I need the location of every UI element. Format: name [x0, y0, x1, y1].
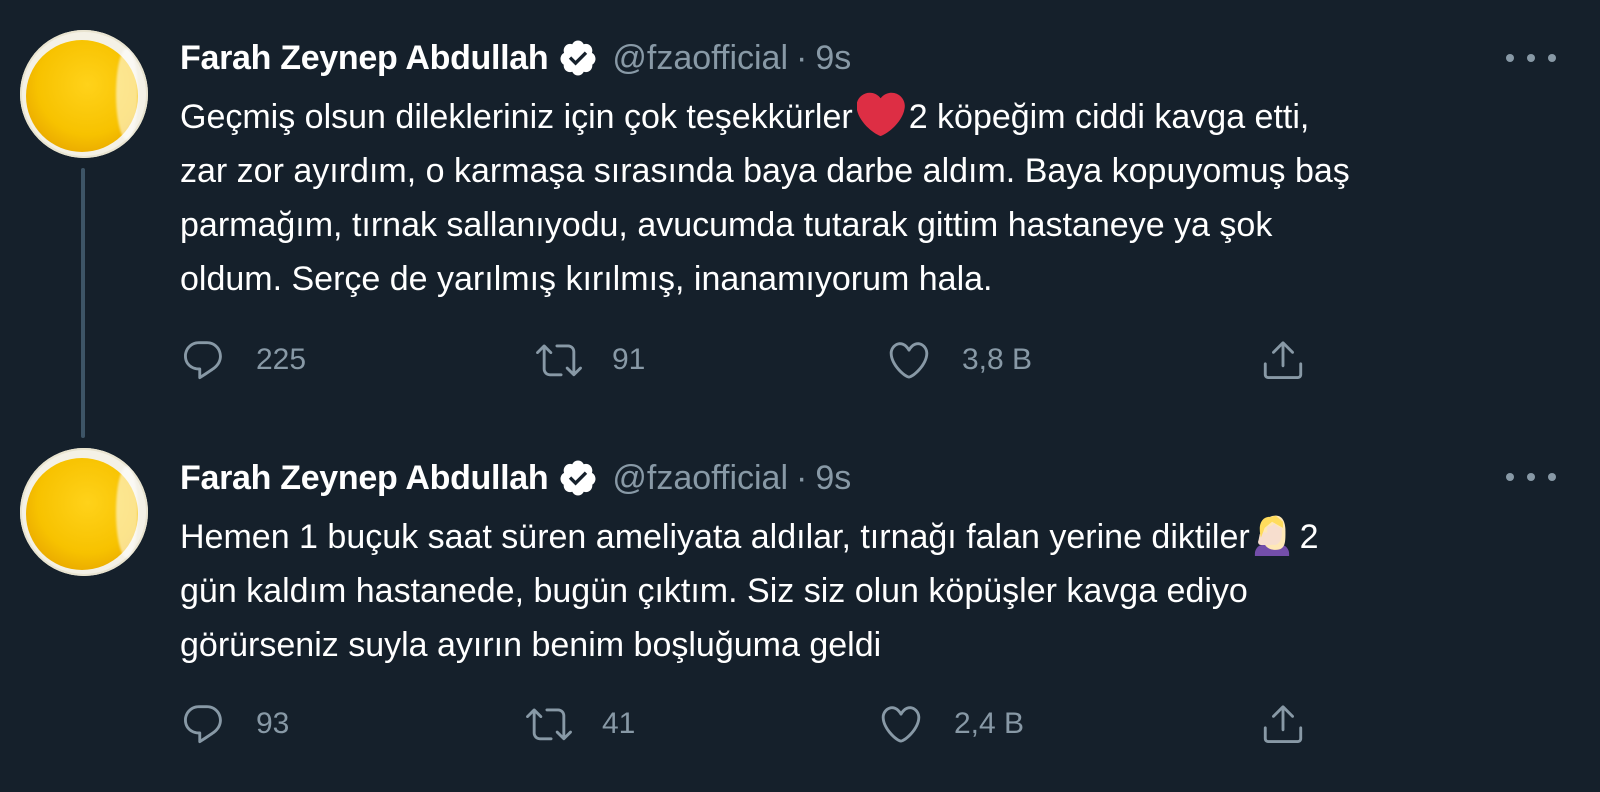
- reply-count: 225: [256, 343, 307, 376]
- like-icon: [881, 706, 921, 743]
- retweet-button[interactable]: 41: [526, 694, 635, 754]
- like-icon: [889, 342, 929, 379]
- reply-icon: [184, 705, 222, 744]
- retweet-icon: [536, 344, 582, 377]
- tweet-text-line: gün kaldım hastanede, bugün çıktım. Siz …: [180, 572, 1248, 610]
- more-options-icon[interactable]: [1506, 467, 1556, 487]
- avatar-highlight: [116, 48, 138, 140]
- like-count: 2,4 B: [954, 707, 1025, 740]
- retweet-count: 41: [602, 707, 636, 740]
- tweet-timestamp[interactable]: 9s: [815, 39, 851, 78]
- tweet-text-line: parmağım, tırnak sallanıyodu, avucumda t…: [180, 206, 1273, 244]
- tweet-text-line: zar zor ayırdım, o karmaşa sırasında bay…: [180, 152, 1350, 190]
- tweet[interactable]: Farah Zeynep Abdullah @fzaofficial · 9s …: [0, 0, 1600, 438]
- woman-facepalming-emoji-icon: [1254, 515, 1289, 556]
- author-handle[interactable]: @fzaofficial: [612, 459, 788, 498]
- reply-count: 93: [256, 707, 290, 740]
- retweet-icon: [526, 708, 572, 741]
- reply-icon: [184, 341, 222, 380]
- author-avatar[interactable]: [20, 448, 148, 576]
- verified-badge-icon: [560, 460, 596, 496]
- tweet-text-line: görürseniz suyla ayırın benim boşluğuma …: [180, 626, 882, 664]
- more-dot: [1506, 473, 1514, 481]
- tweet-actions: 93 41 2,4 B: [180, 694, 1320, 754]
- retweet-button[interactable]: 91: [536, 330, 645, 390]
- share-icon: [1263, 341, 1303, 380]
- share-button[interactable]: [1260, 694, 1306, 754]
- more-dot: [1548, 54, 1556, 62]
- more-dot: [1548, 473, 1556, 481]
- tweet-text-line: Hemen 1 buçuk saat süren ameliyata aldıl…: [180, 510, 1550, 564]
- retweet-count: 91: [612, 343, 646, 376]
- tweet-text: Hemen 1 buçuk saat süren ameliyata aldıl…: [180, 510, 1550, 672]
- header-separator: ·: [796, 458, 808, 497]
- avatar-highlight: [116, 466, 138, 558]
- like-count: 3,8 B: [962, 343, 1033, 376]
- tweet-header: Farah Zeynep Abdullah @fzaofficial · 9s: [180, 38, 851, 78]
- more-dot: [1527, 473, 1535, 481]
- tweet-text: Geçmiş olsun dilekleriniz için çok teşek…: [180, 90, 1550, 306]
- tweet-text-line: Geçmiş olsun dilekleriniz için çok teşek…: [180, 90, 1550, 144]
- more-options-icon[interactable]: [1506, 48, 1556, 68]
- like-button[interactable]: 2,4 B: [878, 694, 1024, 754]
- tweet-actions: 225 91 3,8 B: [180, 330, 1320, 390]
- reply-button[interactable]: 225: [180, 330, 306, 390]
- more-dot: [1527, 54, 1535, 62]
- tweet-text-line: oldum. Serçe de yarılmış kırılmış, inana…: [180, 260, 993, 298]
- author-display-name[interactable]: Farah Zeynep Abdullah: [180, 459, 549, 498]
- author-display-name[interactable]: Farah Zeynep Abdullah: [180, 39, 549, 78]
- tweet-header: Farah Zeynep Abdullah @fzaofficial · 9s: [180, 458, 851, 498]
- tweet-timestamp[interactable]: 9s: [815, 459, 851, 498]
- header-separator: ·: [796, 38, 808, 77]
- more-dot: [1506, 54, 1514, 62]
- author-avatar[interactable]: [20, 30, 148, 158]
- red-heart-emoji-icon: [856, 92, 905, 136]
- author-handle[interactable]: @fzaofficial: [612, 39, 788, 78]
- like-button[interactable]: 3,8 B: [886, 330, 1032, 390]
- verified-badge-icon: [560, 40, 596, 76]
- share-icon: [1263, 705, 1303, 744]
- tweet[interactable]: Farah Zeynep Abdullah @fzaofficial · 9s …: [0, 430, 1600, 792]
- reply-button[interactable]: 93: [180, 694, 289, 754]
- thread-connector-line: [81, 168, 85, 438]
- share-button[interactable]: [1260, 330, 1306, 390]
- tweet-thread: Farah Zeynep Abdullah @fzaofficial · 9s …: [0, 0, 1600, 792]
